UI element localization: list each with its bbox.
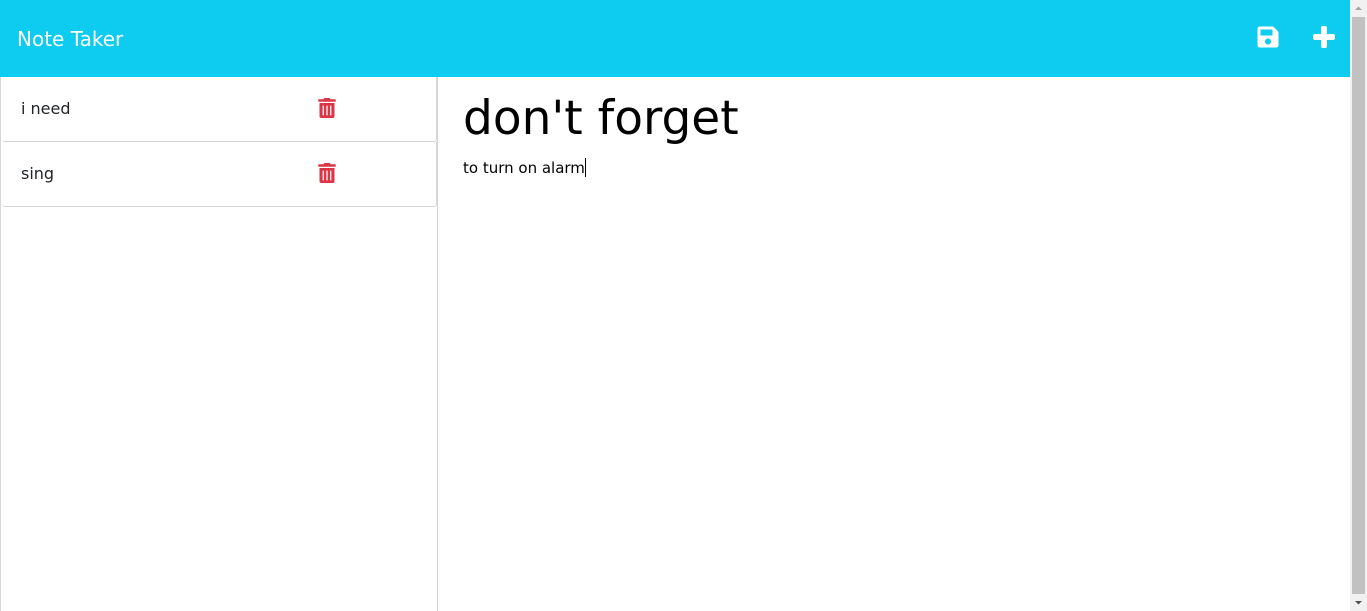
app-title[interactable]: Note Taker (17, 26, 123, 52)
save-note-icon[interactable] (1256, 25, 1280, 49)
navbar: Note Taker (0, 0, 1350, 77)
note-list-item[interactable]: sing (2, 142, 437, 207)
new-note-icon[interactable] (1312, 25, 1336, 49)
note-list-item-title[interactable]: i need (21, 98, 71, 120)
text-cursor (584, 158, 586, 177)
note-list-item-title[interactable]: sing (21, 163, 54, 185)
note-editor: don't forget to turn on alarm (438, 77, 1350, 611)
trash-icon[interactable] (318, 162, 336, 183)
note-text-area[interactable]: to turn on alarm (463, 157, 1323, 179)
note-list-item[interactable]: i need (2, 77, 437, 142)
scroll-up-arrow-icon[interactable] (1350, 0, 1367, 17)
vertical-scrollbar[interactable] (1350, 0, 1367, 611)
notes-sidebar: i need sing (0, 77, 438, 611)
note-text-content: to turn on alarm (463, 159, 585, 177)
note-taker-app: Note Taker i need sing don't forget to t… (0, 0, 1367, 611)
scroll-down-arrow-icon[interactable] (1350, 594, 1367, 611)
note-title-input[interactable]: don't forget (463, 91, 1323, 149)
scrollbar-thumb[interactable] (1352, 17, 1365, 594)
trash-icon[interactable] (318, 97, 336, 118)
